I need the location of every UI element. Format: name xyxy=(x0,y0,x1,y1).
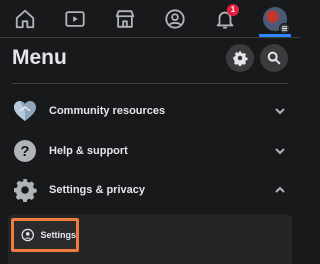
tab-menu[interactable] xyxy=(255,0,295,37)
row-label: Help & support xyxy=(49,145,128,157)
chevron-down-icon xyxy=(272,103,288,119)
page-title: Menu xyxy=(12,46,67,69)
top-nav-bar: 1 xyxy=(0,0,300,37)
settings-button[interactable] xyxy=(226,44,254,72)
svg-text:?: ? xyxy=(20,143,29,160)
question-icon: ? xyxy=(12,138,38,164)
profile-icon xyxy=(165,8,185,29)
chevron-down-icon xyxy=(272,143,288,159)
store-icon xyxy=(115,9,135,28)
chevron-up-icon xyxy=(272,182,288,198)
home-icon xyxy=(15,9,35,28)
tab-notifications[interactable]: 1 xyxy=(205,0,245,37)
account-circle-icon xyxy=(21,228,34,242)
settings-item[interactable]: Settings xyxy=(11,218,79,252)
gear-icon xyxy=(12,177,38,203)
menu-row-settings-privacy[interactable]: Settings & privacy xyxy=(12,172,288,208)
row-label: Settings & privacy xyxy=(49,184,145,196)
tab-profile[interactable] xyxy=(155,0,195,37)
tab-watch[interactable] xyxy=(55,0,95,37)
section-divider xyxy=(12,83,288,84)
menu-header: Menu xyxy=(12,44,288,72)
menu-row-help-support[interactable]: ? Help & support xyxy=(12,133,288,169)
row-label: Community resources xyxy=(49,105,166,117)
tab-home[interactable] xyxy=(5,0,45,37)
notification-badge: 1 xyxy=(227,4,239,16)
gear-icon xyxy=(233,51,248,66)
video-icon xyxy=(65,10,85,27)
menu-lines-icon xyxy=(279,22,290,34)
search-icon xyxy=(267,51,281,65)
tab-marketplace[interactable] xyxy=(105,0,145,37)
search-button[interactable] xyxy=(260,44,288,72)
avatar xyxy=(263,6,290,34)
community-heart-icon xyxy=(12,98,38,124)
nav-divider xyxy=(0,37,300,38)
settings-label: Settings xyxy=(40,230,76,240)
menu-row-community-resources[interactable]: Community resources xyxy=(12,93,288,129)
